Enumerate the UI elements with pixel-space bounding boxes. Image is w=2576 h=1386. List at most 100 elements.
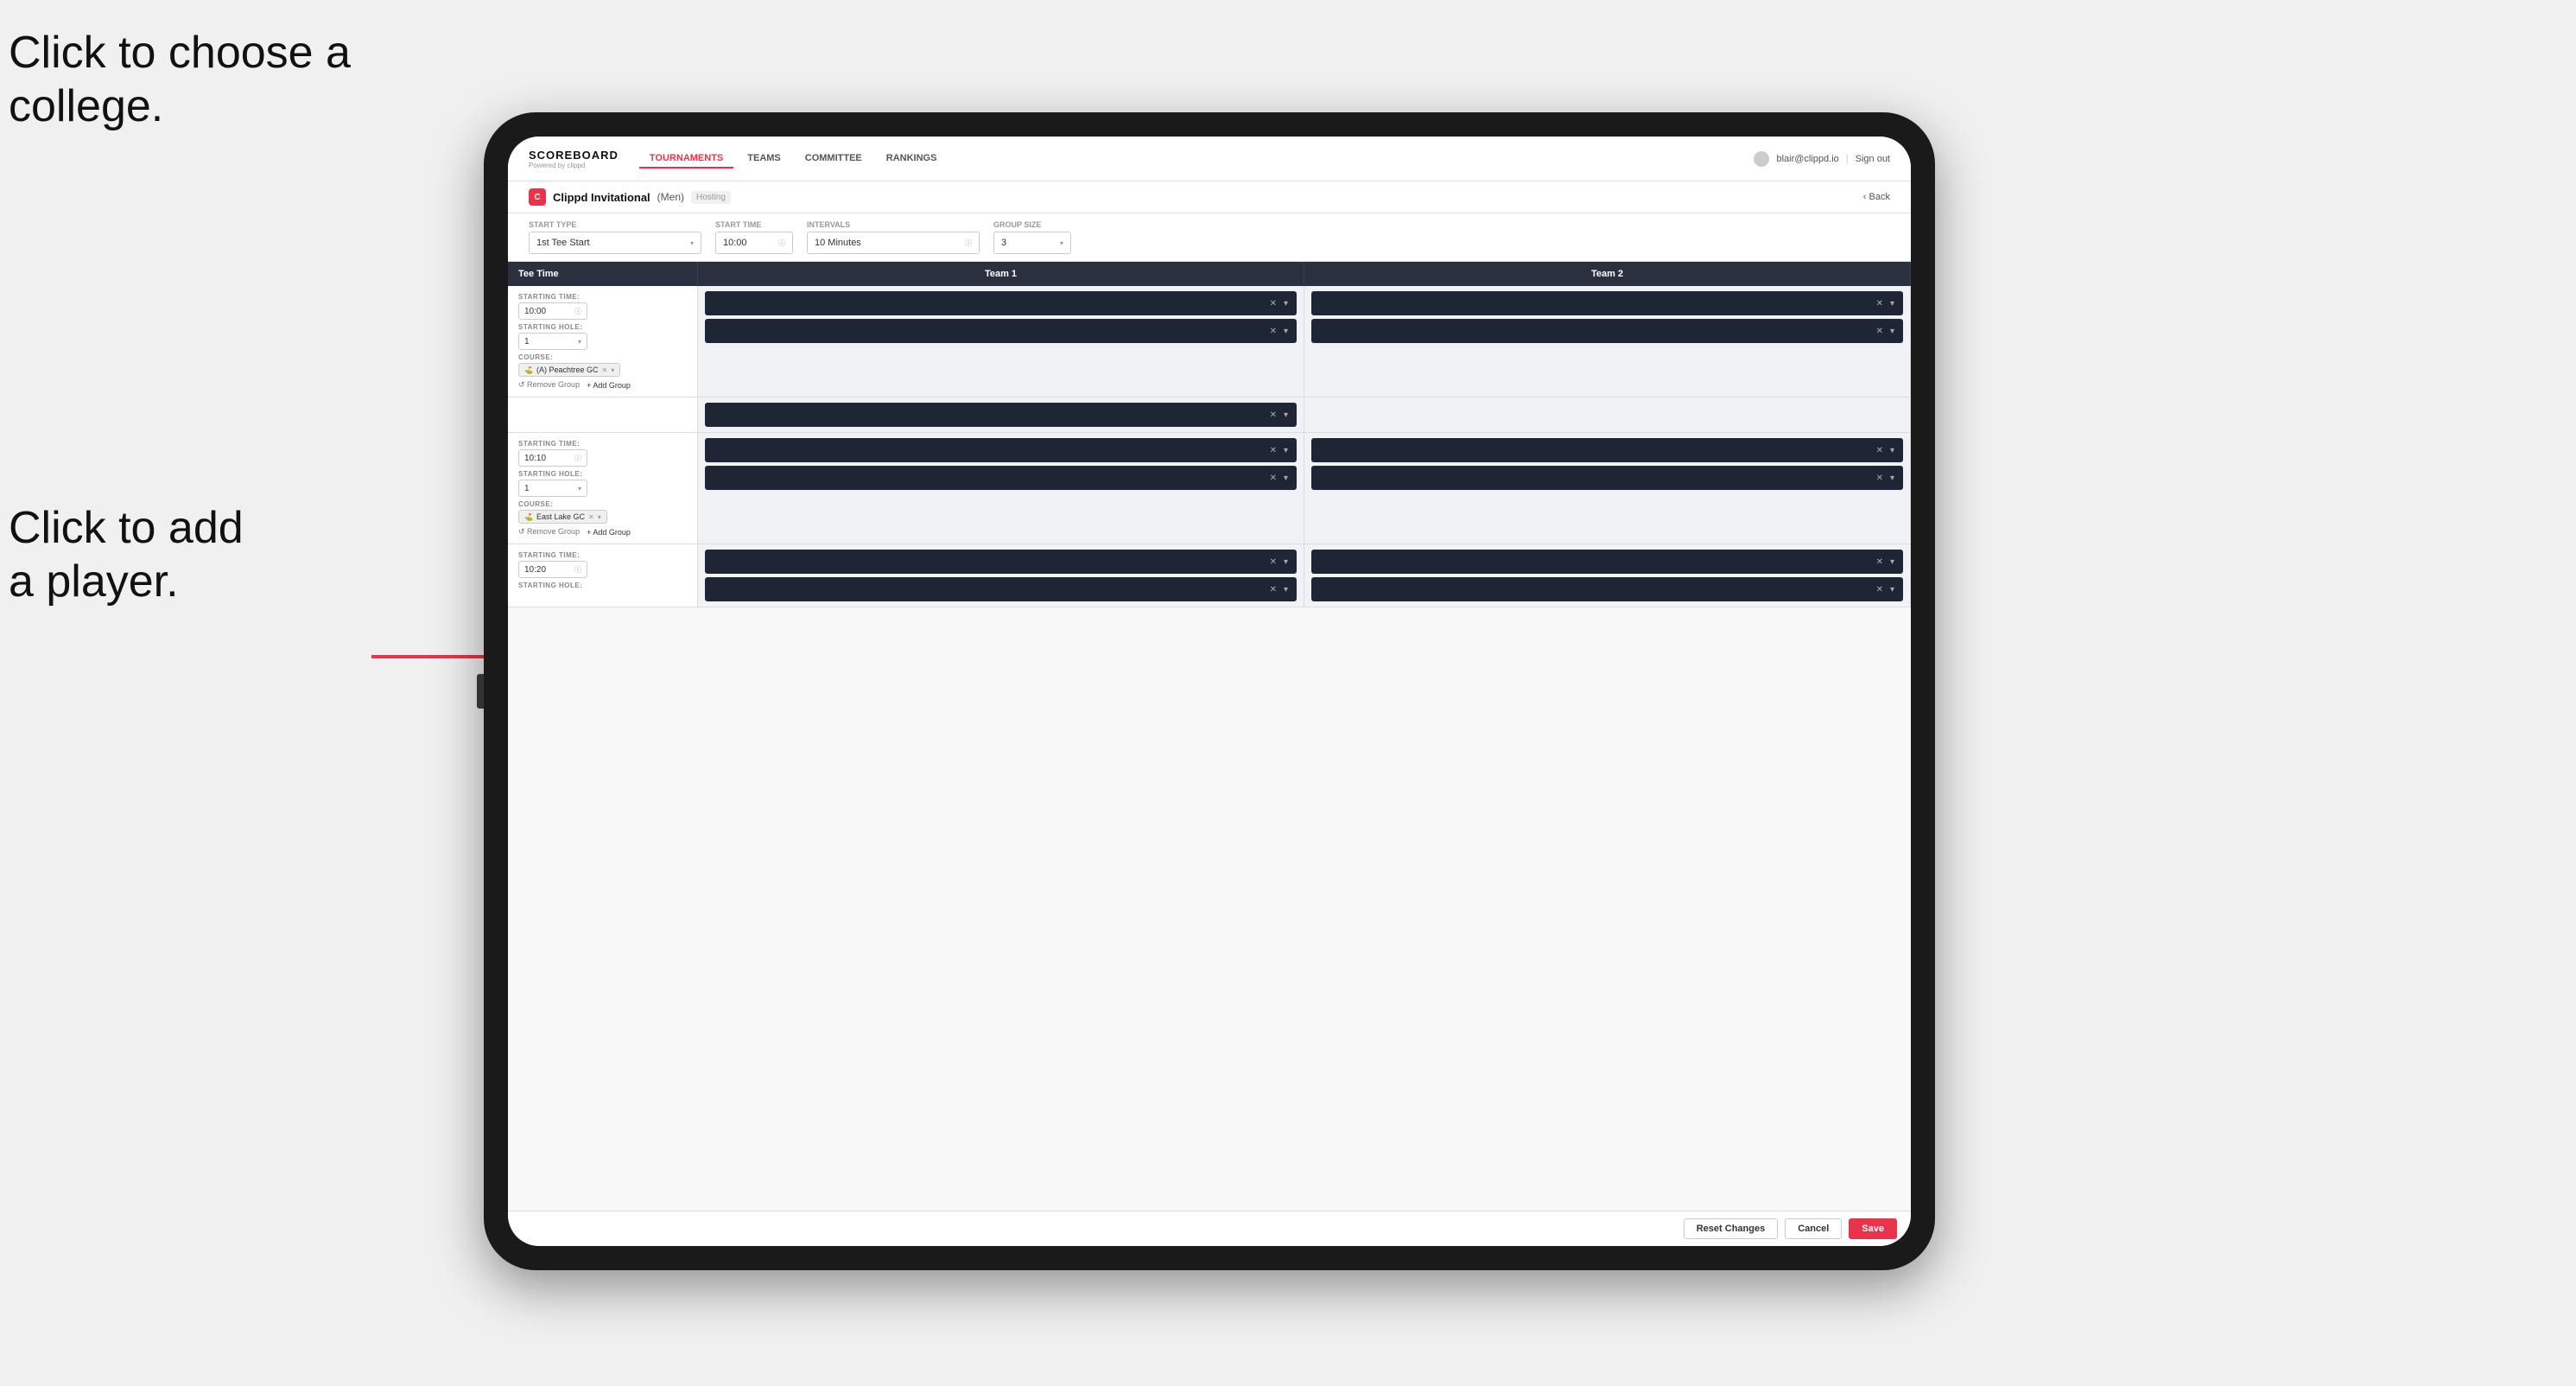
cancel-button[interactable]: Cancel	[1785, 1218, 1842, 1239]
player-chevron-btn[interactable]: ▾	[1888, 299, 1896, 308]
player-x-btn[interactable]: ✕	[1268, 474, 1278, 483]
time-info-icon-2: ⓘ	[574, 454, 581, 463]
annotation-add-player: Click to add a player.	[9, 501, 244, 609]
player-x-btn[interactable]: ✕	[1268, 299, 1278, 308]
group-size-label: Group Size	[993, 220, 1071, 229]
player-chevron-btn[interactable]: ▾	[1888, 327, 1896, 336]
player-row: ✕ ▾	[1311, 550, 1903, 574]
add-group-link-1[interactable]: + Add Group	[587, 380, 631, 390]
course-tag-2[interactable]: ⛳ East Lake GC ✕ ▾	[518, 510, 607, 524]
player-row: ✕ ▾	[1311, 466, 1903, 490]
player-controls: ✕ ▾	[1875, 327, 1896, 336]
player-controls: ✕ ▾	[1268, 327, 1290, 336]
nav-link-tournaments[interactable]: TOURNAMENTS	[639, 149, 733, 168]
player-controls: ✕ ▾	[1875, 299, 1896, 308]
player-chevron-btn[interactable]: ▾	[1888, 474, 1896, 483]
tablet-frame: SCOREBOARD Powered by clippd TOURNAMENTS…	[484, 112, 1935, 1270]
th-team2: Team 2	[1304, 262, 1911, 286]
start-time-info-icon: ⓘ	[778, 238, 785, 248]
player-x-btn[interactable]: ✕	[1268, 446, 1278, 455]
starting-time-input-2[interactable]: 10:10 ⓘ	[518, 449, 587, 467]
starting-time-input-1[interactable]: 10:00 ⓘ	[518, 302, 587, 320]
player-controls: ✕ ▾	[1875, 557, 1896, 567]
start-time-input[interactable]: 10:00 ⓘ	[715, 232, 793, 254]
start-time-label: Start Time	[715, 220, 793, 229]
player-controls: ✕ ▾	[1268, 585, 1290, 594]
save-button[interactable]: Save	[1849, 1218, 1897, 1239]
team2-extra-1	[1304, 397, 1911, 432]
nav-link-teams[interactable]: TEAMS	[737, 149, 791, 168]
remove-group-link-2[interactable]: ↺ Remove Group	[518, 527, 580, 537]
course-chevron-1: ▾	[611, 366, 614, 374]
course-label-2: Course:	[518, 500, 687, 508]
player-row: ✕ ▾	[705, 550, 1297, 574]
player-chevron-btn[interactable]: ▾	[1282, 446, 1290, 455]
logo-sub: Powered by clippd	[529, 162, 619, 169]
player-chevron-btn[interactable]: ▾	[1282, 327, 1290, 336]
course-row-1: ✕ ▾	[508, 397, 1911, 433]
starting-hole-input-1[interactable]: 1 ▾	[518, 333, 587, 350]
player-x-btn[interactable]: ✕	[1268, 410, 1278, 420]
player-chevron-btn[interactable]: ▾	[1888, 446, 1896, 455]
player-x-btn[interactable]: ✕	[1875, 327, 1885, 336]
hole-chevron-2: ▾	[578, 485, 581, 493]
start-type-group: Start Type 1st Tee Start ▾	[529, 220, 701, 254]
th-tee-time: Tee Time	[508, 262, 698, 286]
starting-time-input-3[interactable]: 10:20 ⓘ	[518, 561, 587, 578]
player-row: ✕ ▾	[705, 438, 1297, 462]
player-row: ✕ ▾	[1311, 319, 1903, 343]
team2-cell-2: ✕ ▾ ✕ ▾	[1304, 433, 1911, 544]
sub-header-left: C Clippd Invitational (Men) Hosting	[529, 188, 731, 206]
intervals-input[interactable]: 10 Minutes ⓘ	[807, 232, 980, 254]
player-x-btn[interactable]: ✕	[1875, 446, 1885, 455]
starting-hole-label-2: Starting Hole:	[518, 470, 687, 478]
group-size-chevron: ▾	[1060, 239, 1063, 247]
player-chevron-btn[interactable]: ▾	[1888, 585, 1896, 594]
annotation-choose-college: Click to choose a college.	[9, 26, 351, 134]
player-x-btn[interactable]: ✕	[1268, 327, 1278, 336]
nav-link-committee[interactable]: COMMITTEE	[795, 149, 872, 168]
time-info-icon-3: ⓘ	[574, 565, 581, 575]
player-chevron-btn[interactable]: ▾	[1888, 557, 1896, 567]
starting-hole-label-3: Starting Hole:	[518, 582, 687, 589]
player-chevron-btn[interactable]: ▾	[1282, 585, 1290, 594]
course-remove-1[interactable]: ✕	[602, 366, 608, 374]
player-x-btn[interactable]: ✕	[1875, 299, 1885, 308]
nav-link-rankings[interactable]: RANKINGS	[876, 149, 948, 168]
team1-cell-3: ✕ ▾ ✕ ▾	[698, 544, 1304, 607]
player-chevron-btn[interactable]: ▾	[1282, 557, 1290, 567]
player-chevron-btn[interactable]: ▾	[1282, 474, 1290, 483]
player-row: ✕ ▾	[705, 466, 1297, 490]
start-type-input[interactable]: 1st Tee Start ▾	[529, 232, 701, 254]
tee-time-cell-2: Starting Time: 10:10 ⓘ Starting Hole: 1	[508, 433, 698, 544]
course-label-1: Course:	[518, 353, 687, 361]
course-tag-1[interactable]: ⛳ (A) Peachtree GC ✕ ▾	[518, 363, 620, 377]
logo-title: SCOREBOARD	[529, 149, 619, 162]
player-chevron-btn[interactable]: ▾	[1282, 410, 1290, 420]
player-chevron-btn[interactable]: ▾	[1282, 299, 1290, 308]
hosting-badge: Hosting	[691, 191, 731, 204]
player-controls: ✕ ▾	[1875, 585, 1896, 594]
player-x-btn[interactable]: ✕	[1875, 557, 1885, 567]
reset-changes-button[interactable]: Reset Changes	[1684, 1218, 1778, 1239]
player-x-btn[interactable]: ✕	[1875, 474, 1885, 483]
player-x-btn[interactable]: ✕	[1875, 585, 1885, 594]
player-x-btn[interactable]: ✕	[1268, 557, 1278, 567]
clippd-logo: C	[529, 188, 546, 206]
remove-group-link-1[interactable]: ↺ Remove Group	[518, 380, 580, 390]
team1-cell-2: ✕ ▾ ✕ ▾	[698, 433, 1304, 544]
sign-out-link[interactable]: Sign out	[1856, 154, 1890, 164]
player-x-btn[interactable]: ✕	[1268, 585, 1278, 594]
start-type-chevron: ▾	[690, 239, 694, 247]
back-button[interactable]: ‹ Back	[1863, 192, 1890, 202]
starting-hole-input-2[interactable]: 1 ▾	[518, 480, 587, 497]
team1-extra-1: ✕ ▾	[698, 397, 1304, 432]
course-remove-2[interactable]: ✕	[588, 513, 594, 521]
group-size-input[interactable]: 3 ▾	[993, 232, 1071, 254]
hole-chevron-1: ▾	[578, 338, 581, 346]
add-group-link-2[interactable]: + Add Group	[587, 527, 631, 537]
tee-actions-1: ↺ Remove Group + Add Group	[518, 380, 687, 390]
group-size-group: Group Size 3 ▾	[993, 220, 1071, 254]
player-controls: ✕ ▾	[1875, 474, 1896, 483]
tee-time-cell-3: Starting Time: 10:20 ⓘ Starting Hole:	[508, 544, 698, 607]
